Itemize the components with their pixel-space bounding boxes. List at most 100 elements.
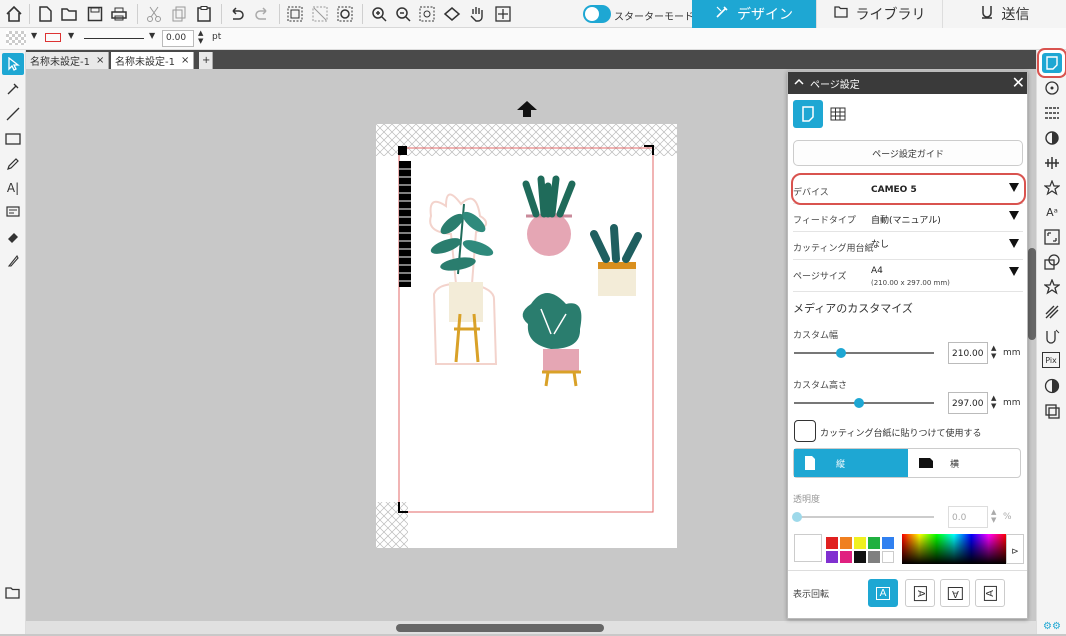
chevron-down-icon[interactable] — [1009, 211, 1019, 220]
rotate-90-button[interactable]: A — [905, 579, 935, 607]
ungroup-icon[interactable] — [309, 3, 331, 25]
draw-tool-icon[interactable] — [2, 153, 24, 175]
transparency-slider[interactable] — [792, 512, 934, 522]
custom-height-input[interactable]: 297.00 — [948, 392, 988, 414]
current-color-swatch[interactable] — [794, 534, 822, 562]
tab-library[interactable]: ライブラリ — [816, 0, 942, 28]
text-tool-icon[interactable]: A| — [2, 177, 24, 199]
chevron-down-icon[interactable] — [1009, 267, 1019, 276]
line-color-swatch[interactable] — [45, 33, 61, 42]
page-setup-guide-button[interactable]: ページ設定ガイド — [793, 140, 1023, 166]
color-swatch-blue[interactable] — [882, 537, 894, 549]
text-style-panel-icon[interactable]: Aᵃ — [1042, 202, 1062, 222]
color-swatch-white[interactable] — [882, 551, 894, 563]
registration-marks-icon[interactable] — [1042, 78, 1062, 98]
cut-icon[interactable] — [143, 3, 165, 25]
fit-page-icon[interactable] — [441, 3, 463, 25]
horizontal-scrollbar[interactable] — [26, 621, 1036, 634]
color-spectrum-picker[interactable] — [902, 534, 1006, 564]
paste-icon[interactable] — [193, 3, 215, 25]
custom-height-spinner[interactable]: ▲ ▼ — [991, 394, 996, 410]
use-mat-checkbox[interactable] — [794, 420, 816, 442]
page-area[interactable] — [376, 124, 677, 548]
collapse-icon[interactable] — [794, 78, 804, 89]
select-tool-icon[interactable] — [2, 53, 24, 75]
color-swatch-green[interactable] — [868, 537, 880, 549]
close-icon[interactable]: × — [96, 55, 104, 66]
vertical-scroll-thumb[interactable] — [1028, 248, 1036, 340]
home-icon[interactable] — [3, 3, 25, 25]
color-swatch-orange[interactable] — [840, 537, 852, 549]
line-tool-icon[interactable] — [2, 103, 24, 125]
zoom-out-icon[interactable] — [392, 3, 414, 25]
page-size-row[interactable]: ページサイズ A4 (210.00 x 297.00 mm) — [793, 262, 1023, 292]
group-icon[interactable] — [284, 3, 306, 25]
line-color-dropdown-icon[interactable]: ▼ — [68, 31, 74, 40]
scale-panel-icon[interactable] — [1042, 227, 1062, 247]
eraser-tool-icon[interactable] — [2, 226, 24, 248]
custom-width-input[interactable]: 210.00 — [948, 342, 988, 364]
print-icon[interactable] — [108, 3, 130, 25]
color-swatch-pink[interactable] — [840, 551, 852, 563]
color-swatch-gray[interactable] — [868, 551, 880, 563]
redo-icon[interactable] — [251, 3, 273, 25]
print-cut-panel-icon[interactable] — [1042, 401, 1062, 421]
slider-knob[interactable] — [792, 512, 802, 522]
trace-panel-icon[interactable] — [1042, 327, 1062, 347]
compound-path-icon[interactable] — [334, 3, 356, 25]
document-tab-active[interactable]: 名称未設定-1 × — [111, 52, 195, 69]
settings-gear-icon[interactable]: ⚙⚙ — [1042, 616, 1062, 636]
line-width-input[interactable]: 0.00 — [162, 30, 194, 47]
rotate-180-button[interactable]: A — [940, 579, 970, 607]
new-document-icon[interactable] — [34, 3, 56, 25]
slider-knob[interactable] — [836, 348, 846, 358]
note-tool-icon[interactable] — [2, 201, 24, 223]
mat-row[interactable]: カッティング用台紙 なし — [793, 234, 1023, 260]
page-setup-icon[interactable] — [1042, 53, 1062, 73]
save-icon[interactable] — [84, 3, 106, 25]
line-width-spinner[interactable]: ▲ ▼ — [198, 29, 203, 45]
pan-hand-icon[interactable] — [466, 3, 488, 25]
feed-type-row[interactable]: フィードタイプ 自動(マニュアル) — [793, 206, 1023, 232]
line-style-preview[interactable] — [84, 38, 144, 39]
color-swatch-yellow[interactable] — [854, 537, 866, 549]
pixscan-panel-icon[interactable]: Pix — [1042, 352, 1060, 368]
zoom-selection-icon[interactable] — [416, 3, 438, 25]
portrait-button[interactable]: 縦 — [794, 449, 908, 477]
align-panel-icon[interactable] — [1042, 153, 1062, 173]
line-style-dropdown-icon[interactable]: ▼ — [149, 31, 155, 40]
tab-page-setup[interactable] — [793, 100, 823, 128]
color-swatch-red[interactable] — [826, 537, 838, 549]
chevron-down-icon[interactable] — [1009, 239, 1019, 248]
line-style-panel-icon[interactable] — [1042, 103, 1062, 123]
contrast-panel-icon[interactable] — [1042, 376, 1062, 396]
document-tab[interactable]: 名称未設定-1 × — [26, 52, 110, 69]
add-tab-button[interactable]: + — [199, 52, 213, 69]
fill-panel-icon[interactable] — [1042, 128, 1062, 148]
horizontal-scroll-thumb[interactable] — [396, 624, 604, 632]
open-folder-icon[interactable] — [58, 3, 80, 25]
close-icon[interactable]: × — [181, 55, 189, 66]
color-swatch-purple[interactable] — [826, 551, 838, 563]
move-view-icon[interactable] — [492, 3, 514, 25]
custom-height-slider[interactable] — [794, 398, 934, 408]
tab-grid[interactable] — [823, 100, 853, 128]
starter-mode-toggle[interactable] — [583, 5, 611, 23]
fill-dropdown-icon[interactable]: ▼ — [31, 31, 37, 40]
transparency-input[interactable]: 0.0 — [948, 506, 988, 528]
rectangle-tool-icon[interactable] — [2, 128, 24, 150]
library-folder-icon[interactable] — [2, 582, 24, 604]
fill-swatch[interactable] — [6, 31, 26, 45]
tab-send[interactable]: 送信 — [942, 0, 1066, 28]
transform-panel-icon[interactable] — [1042, 178, 1062, 198]
custom-width-slider[interactable] — [794, 348, 934, 358]
eyedropper-icon[interactable]: ⊳ — [1006, 534, 1024, 564]
rotate-0-button[interactable]: A — [868, 579, 898, 607]
close-icon[interactable]: ✕ — [1012, 74, 1025, 92]
zoom-in-icon[interactable] — [368, 3, 390, 25]
point-edit-tool-icon[interactable] — [2, 78, 24, 100]
slider-knob[interactable] — [854, 398, 864, 408]
knife-tool-icon[interactable] — [2, 250, 24, 272]
custom-width-spinner[interactable]: ▲ ▼ — [991, 344, 996, 360]
rotate-270-button[interactable]: A — [975, 579, 1005, 607]
